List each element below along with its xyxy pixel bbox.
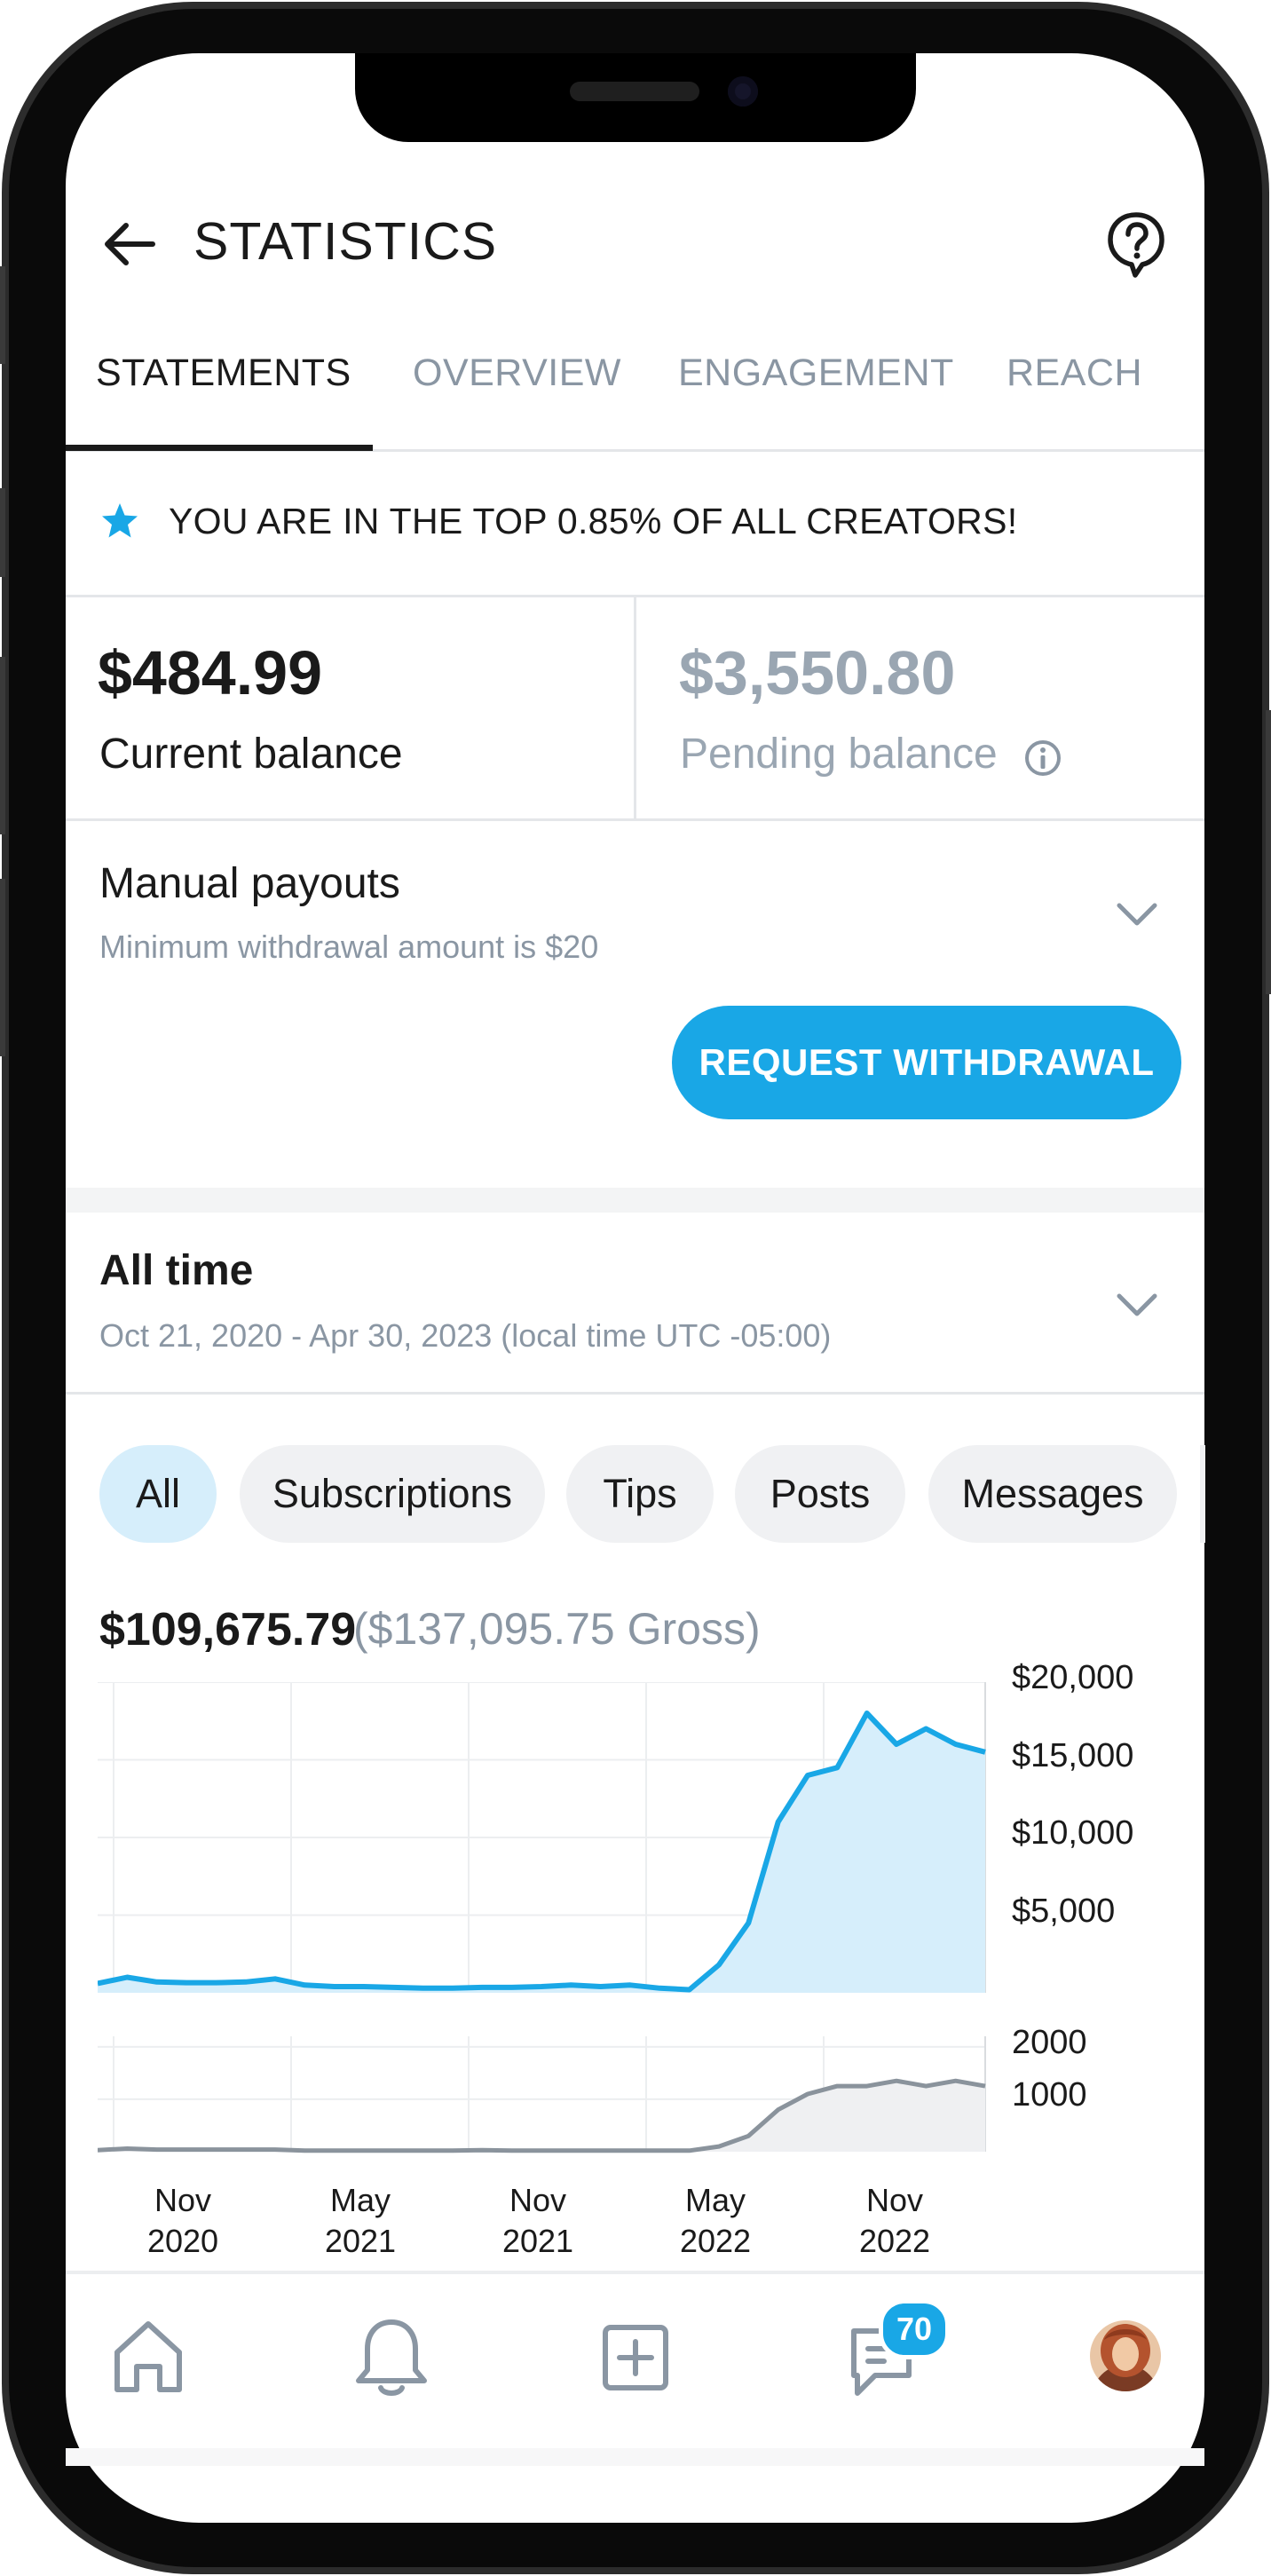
payouts-title: Manual payouts [99,860,400,907]
payouts-subtitle: Minimum withdrawal amount is $20 [99,928,599,965]
help-question-icon [1108,212,1164,278]
bottom-nav-home[interactable] [110,2317,186,2397]
tab-engagement[interactable]: ENGAGEMENT [678,352,954,395]
home-indicator-area [66,2448,1204,2466]
x-tick-month: Nov [865,2182,924,2218]
pending-balance-label: Pending balance [680,731,998,778]
messages-count-badge: 70 [879,2299,950,2359]
y-tick-label: $5,000 [1012,1892,1116,1930]
info-icon [1025,740,1061,776]
x-tick-label: May 2022 [671,2180,760,2262]
bell-icon [356,2319,427,2396]
earnings-chart [98,1682,986,1993]
x-tick-label: Nov 2020 [138,2180,227,2262]
help-button[interactable] [1105,209,1167,281]
tab-reach[interactable]: REACH [1007,352,1142,395]
x-tick-year: 2021 [501,2223,574,2259]
pending-balance-amount: $3,550.80 [679,638,956,707]
bottom-nav-divider [66,2271,1204,2274]
x-tick-month: May [329,2182,391,2218]
filter-all[interactable]: All [99,1445,217,1543]
filter-subscriptions[interactable]: Subscriptions [240,1445,545,1543]
device-notch [355,53,916,142]
bottom-nav-notifications[interactable] [353,2315,430,2400]
period-title: All time [99,1247,254,1294]
x-tick-label: Nov 2021 [493,2180,582,2262]
filter-posts[interactable]: Posts [735,1445,905,1543]
series-area [98,2081,985,2152]
balances-divider [66,818,1204,821]
avatar [1090,2320,1161,2391]
current-balance-label: Current balance [99,731,403,778]
tab-overview[interactable]: OVERVIEW [413,352,621,395]
filter-tips[interactable]: Tips [566,1445,714,1543]
request-withdrawal-button[interactable]: REQUEST WITHDRAWAL [672,1006,1181,1119]
back-button[interactable] [99,213,162,275]
top-creator-banner: YOU ARE IN THE TOP 0.85% OF ALL CREATORS… [66,453,1204,595]
section-separator [66,1188,1204,1213]
tab-statements[interactable]: STATEMENTS [96,352,351,395]
page-title: STATISTICS [193,212,498,271]
y-tick-label: 1000 [1012,2075,1087,2114]
home-icon [114,2321,182,2392]
x-tick-year: 2020 [146,2223,219,2259]
x-tick-year: 2022 [858,2223,931,2259]
x-tick-year: 2021 [324,2223,397,2259]
period-select-toggle[interactable] [1115,1287,1159,1323]
x-tick-month: Nov [509,2182,567,2218]
x-tick-year: 2022 [679,2223,752,2259]
y-tick-label: 2000 [1012,2023,1087,2061]
period-range: Oct 21, 2020 - Apr 30, 2023 (local time … [99,1317,832,1354]
period-divider [66,1392,1204,1395]
current-balance-amount: $484.99 [98,638,323,707]
speaker-grille [570,82,699,101]
bottom-nav-add-post[interactable] [600,2322,671,2393]
x-tick-month: May [684,2182,746,2218]
x-tick-month: Nov [154,2182,212,2218]
banner-text: YOU ARE IN THE TOP 0.85% OF ALL CREATORS… [169,501,1018,541]
front-camera [728,76,758,107]
balance-divider [634,597,636,818]
x-tick-label: May 2021 [316,2180,405,2262]
net-total: $109,675.79 [99,1604,357,1655]
back-arrow-icon [105,223,155,265]
count-chart [98,2036,986,2153]
gross-total: ($137,095.75 Gross) [353,1604,761,1654]
y-tick-label: $15,000 [1012,1736,1134,1774]
plus-square-icon [603,2325,668,2390]
chevron-down-icon [1117,903,1157,926]
filter-messages[interactable]: Messages [928,1445,1177,1543]
y-tick-label: $10,000 [1012,1814,1134,1852]
active-tab-indicator [66,445,373,451]
chevron-down-icon [1117,1293,1157,1316]
series-area [98,1713,985,1993]
x-tick-label: Nov 2022 [850,2180,939,2262]
bottom-nav-profile-avatar[interactable] [1090,2320,1161,2391]
star-icon [102,503,138,538]
payouts-expand-toggle[interactable] [1115,897,1159,932]
filter-more[interactable] [1200,1445,1205,1543]
y-tick-label: $20,000 [1012,1659,1134,1696]
pending-info-button[interactable] [1023,739,1062,778]
